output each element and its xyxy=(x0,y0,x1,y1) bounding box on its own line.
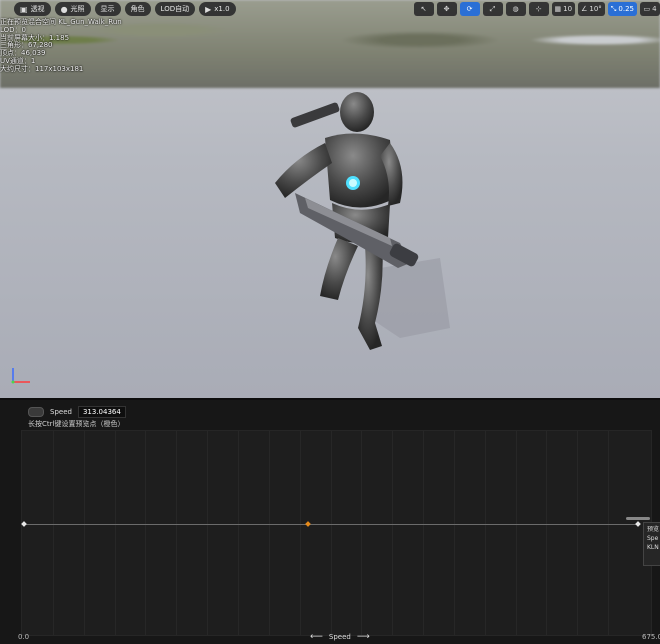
cube-icon: ▣ xyxy=(20,4,28,14)
cursor-icon: ↖ xyxy=(420,5,427,13)
sample-point-end[interactable] xyxy=(635,521,641,527)
move-icon: ✥ xyxy=(443,5,450,13)
sphere-icon: ● xyxy=(60,4,68,14)
move-tool-button[interactable]: ✥ xyxy=(436,2,457,16)
grid-line xyxy=(392,431,394,635)
angle-icon: ∠ xyxy=(581,5,588,13)
lighting-button[interactable]: ● 光照 xyxy=(54,2,91,16)
speed-label: Speed xyxy=(50,408,72,416)
blend-track xyxy=(22,524,639,525)
viewport[interactable]: ▣ 透视 ● 光照 显示 角色 LOD自动 ▶ x1.0 ↖ ✥ ⟳ ⤢ ◍ ⊹ ▦ 1… xyxy=(0,0,660,398)
grid-line xyxy=(83,431,85,635)
axis-name-label: Speed xyxy=(328,633,351,641)
grid-line xyxy=(608,431,610,635)
speed-toggle[interactable] xyxy=(28,407,44,417)
sample-point-start[interactable] xyxy=(21,521,27,527)
perspective-button[interactable]: ▣ 透视 xyxy=(14,2,51,16)
axis-name: ⟵ Speed ⟶ xyxy=(310,632,370,642)
tooltip-line: Spe xyxy=(647,535,659,542)
viewport-toolbar: ▣ 透视 ● 光照 显示 角色 LOD自动 ▶ x1.0 xyxy=(0,2,236,18)
grid-line xyxy=(361,431,363,635)
grid-line xyxy=(453,431,455,635)
grid-line xyxy=(176,431,178,635)
axis-gizmo xyxy=(11,368,30,384)
grid-line xyxy=(484,431,486,635)
playback-speed-button[interactable]: ▶ x1.0 xyxy=(199,2,236,16)
grid-line xyxy=(114,431,116,635)
grid-line xyxy=(145,431,147,635)
rotation-snap-button[interactable]: ∠ 10° xyxy=(578,2,605,16)
grid-line xyxy=(577,431,579,635)
camera-speed-button[interactable]: ▭ 4 xyxy=(640,2,660,16)
sample-tooltip: 预览 Spe KLN xyxy=(643,522,660,566)
tooltip-line: 预览 xyxy=(647,526,660,533)
arrow-left-icon: ⟵ xyxy=(310,632,323,642)
grid-line xyxy=(423,431,425,635)
grid-line xyxy=(299,431,301,635)
character-button[interactable]: 角色 xyxy=(124,2,151,16)
grid-line xyxy=(237,431,239,635)
globe-icon: ◍ xyxy=(512,5,519,13)
blendspace-editor: Speed 313.04364 长按Ctrl键设置预览点（橙色） 预览 Spe … xyxy=(0,398,660,644)
arrow-right-icon: ⟶ xyxy=(356,632,370,642)
graph-scroll-handle[interactable] xyxy=(626,517,650,520)
world-local-button[interactable]: ◍ xyxy=(505,2,526,16)
camera-icon: ▭ xyxy=(643,5,651,13)
grid-icon: ▦ xyxy=(554,5,562,13)
scale-icon: ⤢ xyxy=(489,4,496,13)
play-icon: ▶ xyxy=(205,4,212,14)
axis-min-label: 0.0 xyxy=(18,633,30,641)
rotate-tool-button[interactable]: ⟳ xyxy=(459,2,480,16)
blendspace-graph[interactable] xyxy=(21,430,652,636)
viewport-toolbar-right: ↖ ✥ ⟳ ⤢ ◍ ⊹ ▦ 10 ∠ 10° ⤡ 0.25 ▭ 4 xyxy=(413,2,660,16)
grid-line xyxy=(330,431,332,635)
scale-snap-icon: ⤡ xyxy=(610,4,617,13)
scale-snap-button[interactable]: ⤡ 0.25 xyxy=(607,2,637,16)
axis-max-label: 675.0 xyxy=(642,633,660,641)
grid-line xyxy=(207,431,209,635)
grid-line xyxy=(268,431,270,635)
grid-line xyxy=(546,431,548,635)
grid-line xyxy=(515,431,517,635)
lod-auto-button[interactable]: LOD自动 xyxy=(154,2,196,16)
speed-row: Speed 313.04364 xyxy=(28,406,126,418)
stats-approx-size: 大约尺寸：117x103x181 xyxy=(0,64,84,73)
grid-line xyxy=(52,431,54,635)
character-mannequin[interactable] xyxy=(250,88,470,378)
scale-tool-button[interactable]: ⤢ xyxy=(482,2,503,16)
grid-snap-button[interactable]: ▦ 10 xyxy=(551,2,576,16)
viewport-stats: 正在预览混合空间 KL_Gun_Walk_Run LOD：0 当前屏幕大小：1.… xyxy=(0,18,122,74)
preview-hint: 长按Ctrl键设置预览点（橙色） xyxy=(28,420,125,428)
speed-value[interactable]: 313.04364 xyxy=(77,406,126,418)
preview-point[interactable] xyxy=(305,521,312,527)
snap-icon: ⊹ xyxy=(535,5,542,13)
surface-snap-button[interactable]: ⊹ xyxy=(528,2,549,16)
tooltip-line: KLN xyxy=(647,544,659,551)
select-tool-button[interactable]: ↖ xyxy=(413,2,434,16)
rotate-icon: ⟳ xyxy=(466,5,473,13)
show-button[interactable]: 显示 xyxy=(94,2,121,16)
